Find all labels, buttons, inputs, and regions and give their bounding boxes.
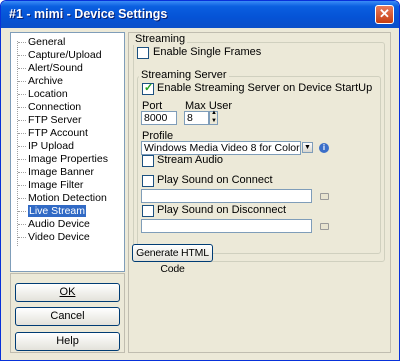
settings-tree[interactable]: General Capture/Upload Alert/Sound Archi… [10, 32, 125, 272]
generate-html-code-label: Generate HTML Code [136, 247, 209, 275]
nav-item-archive[interactable]: Archive [18, 75, 63, 87]
cancel-button-label: Cancel [50, 310, 85, 322]
profile-dropdown-arrow[interactable]: ▼ [302, 142, 313, 153]
nav-item-image-banner[interactable]: Image Banner [18, 166, 94, 178]
connect-sound-path-input[interactable] [141, 189, 312, 203]
enable-on-startup-label: Enable Streaming Server on Device StartU… [157, 82, 373, 94]
streaming-server-group-label: Streaming Server [139, 69, 229, 81]
nav-item-ftp-server[interactable]: FTP Server [18, 114, 81, 126]
nav-item-alert-sound[interactable]: Alert/Sound [18, 62, 83, 74]
dialog-client: General Capture/Upload Alert/Sound Archi… [4, 28, 396, 358]
max-user-input[interactable]: 8 [184, 111, 209, 125]
streaming-group-label: Streaming [133, 33, 188, 45]
max-user-spinner[interactable] [209, 110, 218, 125]
nav-item-live-stream[interactable]: Live Stream [18, 205, 87, 217]
enable-single-frames-label: Enable Single Frames [153, 46, 262, 58]
enable-single-frames-checkbox[interactable] [137, 47, 149, 59]
play-sound-disconnect-label: Play Sound on Disconnect [157, 204, 287, 216]
enable-on-startup-checkbox[interactable] [142, 81, 154, 95]
play-sound-connect-label: Play Sound on Connect [157, 174, 273, 186]
window-title: #1 - mimi - Device Settings [9, 7, 168, 21]
info-icon[interactable]: i [319, 143, 329, 153]
help-button[interactable]: Help [15, 332, 120, 351]
nav-item-ip-upload[interactable]: IP Upload [18, 140, 74, 152]
nav-item-motion-detection[interactable]: Motion Detection [18, 192, 107, 204]
nav-item-video-device[interactable]: Video Device [18, 231, 90, 243]
nav-item-ftp-account[interactable]: FTP Account [18, 127, 88, 139]
device-settings-window: #1 - mimi - Device Settings ✕ General Ca… [0, 0, 400, 361]
ok-button-label: OK [59, 286, 76, 298]
browse-folder-icon[interactable] [320, 193, 329, 200]
disconnect-sound-path-input[interactable] [141, 219, 312, 233]
ok-button[interactable]: OK [15, 283, 120, 302]
browse-folder-icon[interactable] [320, 223, 329, 230]
title-bar[interactable]: #1 - mimi - Device Settings ✕ [1, 1, 399, 28]
play-sound-disconnect-checkbox[interactable] [142, 205, 154, 217]
nav-item-image-filter[interactable]: Image Filter [18, 179, 83, 191]
nav-item-image-properties[interactable]: Image Properties [18, 153, 108, 165]
cancel-button[interactable]: Cancel [15, 307, 120, 326]
nav-item-audio-device[interactable]: Audio Device [18, 218, 90, 230]
generate-html-code-button[interactable]: Generate HTML Code [132, 244, 213, 275]
port-input[interactable]: 8000 [141, 111, 177, 125]
profile-select[interactable]: Windows Media Video 8 for Color Pocket P [141, 141, 301, 155]
nav-item-connection[interactable]: Connection [18, 101, 81, 113]
nav-item-location[interactable]: Location [18, 88, 68, 100]
stream-audio-checkbox[interactable] [142, 155, 154, 167]
settings-panel: Streaming Enable Single Frames Streaming… [128, 32, 391, 353]
nav-item-general[interactable]: General [18, 36, 65, 48]
nav-item-capture-upload[interactable]: Capture/Upload [18, 49, 102, 61]
close-button[interactable]: ✕ [375, 5, 394, 24]
stream-audio-label: Stream Audio [157, 154, 224, 166]
play-sound-connect-checkbox[interactable] [142, 175, 154, 187]
help-button-label: Help [56, 335, 79, 347]
